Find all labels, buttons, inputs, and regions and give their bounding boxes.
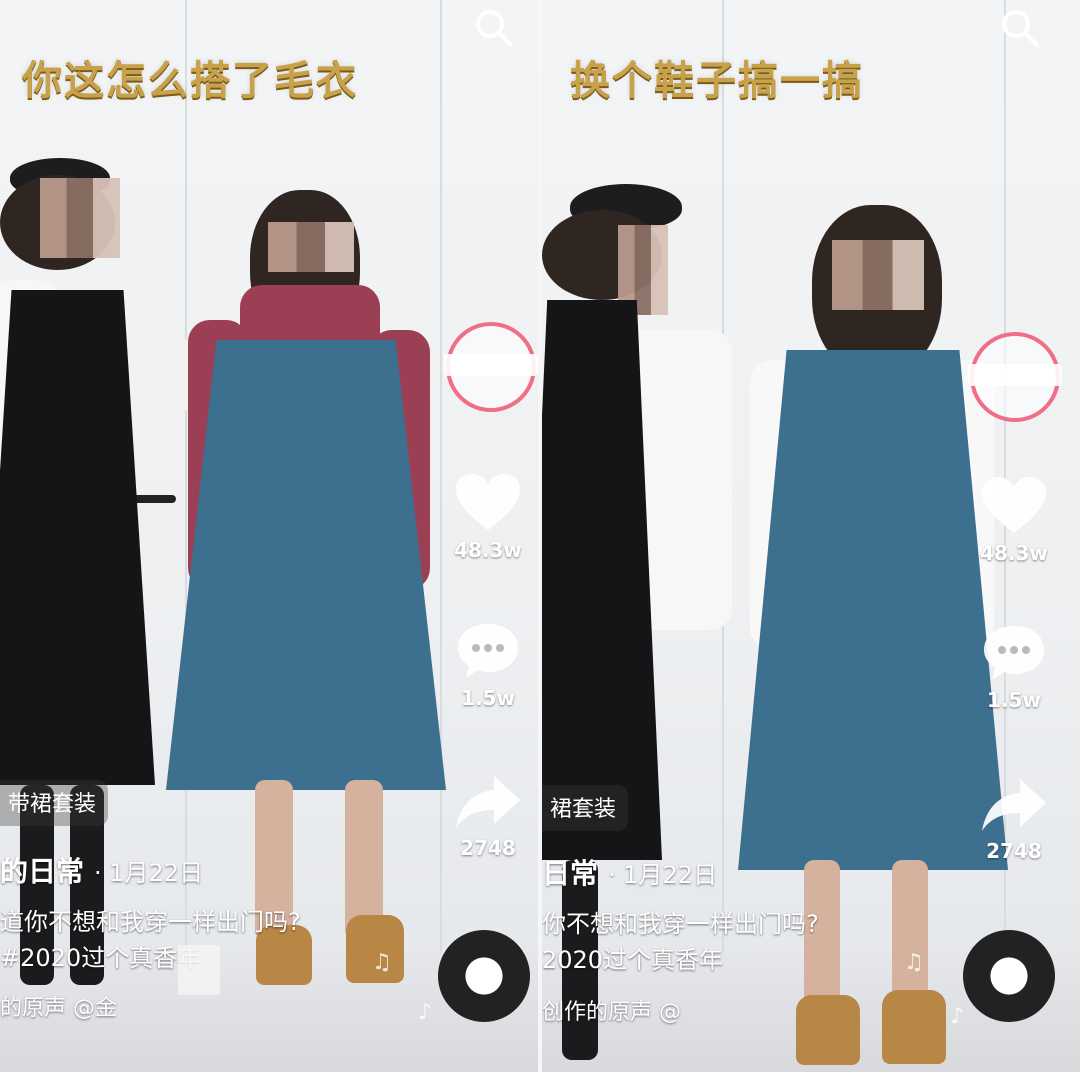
- leg: [892, 860, 928, 1010]
- author-avatar[interactable]: [968, 332, 1062, 422]
- music-note-icon: ♪: [950, 1004, 965, 1029]
- share-icon: [456, 776, 520, 828]
- like-count: 48.3w: [980, 541, 1048, 565]
- door-edge: [440, 0, 442, 1072]
- video-caption: 换个鞋子搞一搞: [570, 58, 864, 104]
- comment-button[interactable]: 1.5w: [974, 622, 1054, 712]
- product-tag[interactable]: 裙套装: [542, 785, 629, 831]
- mosaic-block: [178, 945, 220, 995]
- share-icon: [982, 779, 1046, 831]
- face-mosaic: [268, 222, 354, 272]
- video-panel-right: 换个鞋子搞一搞 48.3w 1.5w 2748 裙套装 日常 · 1月22日 你…: [542, 0, 1080, 1072]
- product-tag[interactable]: 带裙套装: [0, 780, 109, 826]
- description-line-1: 道你不想和我穿一样出门吗?: [0, 908, 301, 936]
- comment-count: 1.5w: [987, 688, 1041, 712]
- comment-count: 1.5w: [461, 686, 515, 710]
- author-line[interactable]: 日常 · 1月22日: [542, 852, 717, 892]
- share-button[interactable]: 2748: [974, 775, 1054, 863]
- video-panel-left: 你这怎么搭了毛衣 48.3w 1.5w 2748 带裙套装 的日常 · 1月22…: [0, 0, 538, 1072]
- follow-badge[interactable]: [444, 354, 538, 376]
- share-count: 2748: [460, 836, 516, 860]
- author-line[interactable]: 的日常 · 1月22日: [0, 850, 203, 890]
- post-date: · 1月22日: [94, 859, 204, 887]
- description-line-1: 你不想和我穿一样出门吗?: [542, 910, 819, 938]
- music-disc-icon[interactable]: [438, 930, 530, 1022]
- shoe: [882, 990, 946, 1064]
- like-button[interactable]: 48.3w: [448, 472, 528, 562]
- like-count: 48.3w: [454, 538, 522, 562]
- music-title[interactable]: 的原声 @金: [0, 990, 117, 1022]
- music-note-icon: ♫: [372, 950, 392, 975]
- comment-icon: [984, 626, 1044, 680]
- video-caption: 你这怎么搭了毛衣: [22, 58, 358, 104]
- screenshot-collage: 你这怎么搭了毛衣 48.3w 1.5w 2748 带裙套装 的日常 · 1月22…: [0, 0, 1080, 1072]
- share-count: 2748: [986, 839, 1042, 863]
- heart-icon: [982, 477, 1046, 533]
- like-button[interactable]: 48.3w: [974, 475, 1054, 565]
- post-date: · 1月22日: [608, 861, 718, 889]
- share-button[interactable]: 2748: [448, 772, 528, 860]
- hashtag[interactable]: #2020过个真香年: [0, 938, 201, 973]
- comment-icon: [458, 624, 518, 678]
- music-note-icon: ♪: [418, 1000, 433, 1025]
- shoe: [796, 995, 860, 1065]
- heart-icon: [456, 474, 520, 530]
- face-mosaic: [40, 178, 120, 258]
- follow-badge[interactable]: [968, 364, 1062, 386]
- music-disc-icon[interactable]: [963, 930, 1055, 1022]
- hashtag[interactable]: 2020过个真香年: [542, 940, 723, 975]
- comment-button[interactable]: 1.5w: [448, 620, 528, 710]
- face-mosaic: [832, 240, 924, 310]
- author-name[interactable]: 的日常: [0, 855, 84, 888]
- author-avatar[interactable]: [444, 322, 538, 412]
- search-icon[interactable]: [998, 6, 1042, 50]
- search-icon[interactable]: [472, 6, 516, 50]
- author-name[interactable]: 日常: [542, 857, 598, 890]
- music-title[interactable]: 创作的原声 @: [542, 994, 681, 1026]
- music-note-icon: ♫: [904, 950, 924, 975]
